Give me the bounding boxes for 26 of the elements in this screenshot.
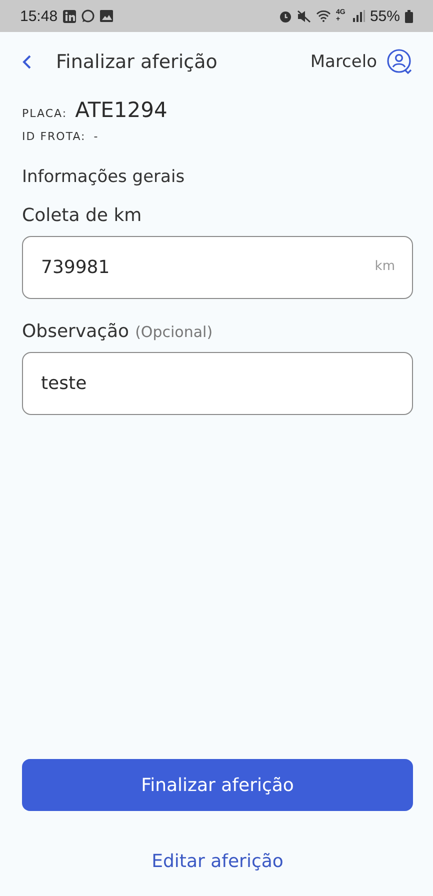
linkedin-icon	[62, 10, 76, 22]
unit-suffix: km	[374, 259, 395, 274]
finish-button[interactable]: Finalizar aferição	[22, 759, 413, 811]
alarm-icon	[278, 10, 292, 22]
battery-icon	[405, 10, 413, 22]
back-icon[interactable]	[22, 54, 32, 70]
signal-icon	[352, 10, 365, 22]
user-name: Marcelo	[310, 52, 377, 72]
field-label: Observação	[22, 321, 130, 342]
section-title: Informações gerais	[22, 167, 185, 187]
edit-link[interactable]: Editar aferição	[152, 851, 284, 872]
field-label: Coleta de km	[22, 205, 142, 226]
wifi-icon	[316, 10, 331, 22]
fleet-id-value: -	[94, 130, 99, 143]
battery-percent: 55%	[370, 8, 400, 24]
optional-hint: (Opcional)	[135, 323, 213, 341]
input-field[interactable]: teste	[22, 352, 413, 415]
plate-number: ATE1294	[75, 98, 168, 122]
chat-bubble-icon	[80, 9, 95, 23]
mute-icon	[296, 10, 311, 22]
plate-label: PLACA:	[22, 107, 68, 120]
user-icon[interactable]	[387, 49, 413, 75]
image-icon	[100, 10, 113, 22]
fleet-id-label: ID FROTA:	[22, 130, 86, 143]
page-title: Finalizar aferição	[56, 51, 218, 73]
clock-time: 15:48	[20, 8, 58, 24]
